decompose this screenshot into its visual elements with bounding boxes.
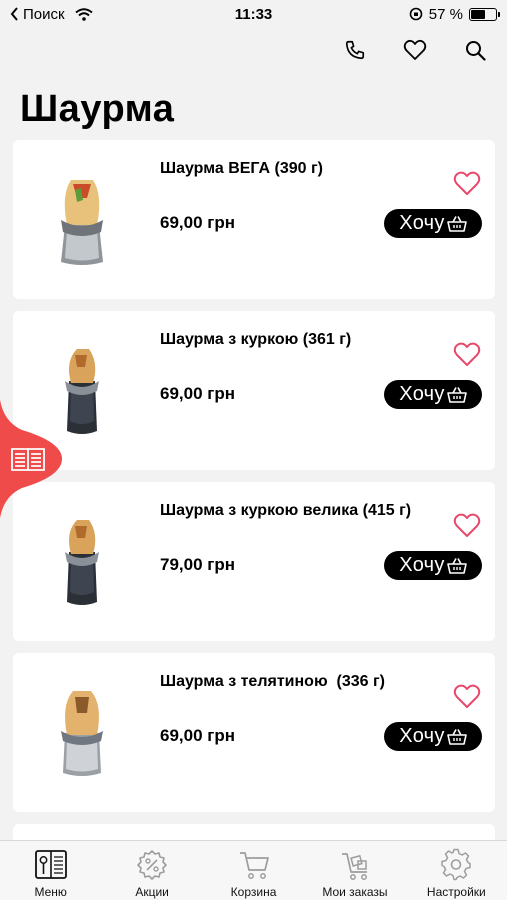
shawarma-vega-image (61, 180, 103, 265)
product-price: 79,00 грн (160, 555, 235, 574)
orders-cart-icon (341, 853, 367, 880)
product-name: Шаурма з телятиною (336 г) (160, 673, 385, 690)
search-icon (465, 40, 486, 61)
basket-icon (446, 557, 467, 574)
product-card[interactable]: Шаурма ВЕГА (390 г) 69,00 грн Хочу (13, 140, 495, 299)
tab-label: Корзина (230, 885, 277, 899)
basket-icon (446, 215, 467, 232)
tab-label: Меню (34, 885, 67, 899)
want-button[interactable]: Хочу (384, 722, 482, 751)
product-card[interactable]: Шаурма з куркою (361 г) 69,00 грн Хочу (13, 311, 495, 470)
favorite-heart-icon[interactable] (453, 170, 481, 196)
tab-label: Настройки (426, 885, 486, 899)
wifi-icon (74, 7, 93, 21)
favorite-heart-icon[interactable] (453, 341, 481, 367)
tab-promotions[interactable]: Акции (101, 841, 202, 900)
shawarma-veal-image (61, 691, 103, 776)
phone-icon (345, 40, 365, 60)
product-name: Шаурма ВЕГА (390 г) (160, 160, 323, 177)
shawarma-chicken-large-image (65, 520, 99, 605)
side-menu-tab[interactable] (0, 400, 64, 518)
tab-cart[interactable]: Корзина (203, 841, 304, 900)
basket-icon (446, 728, 467, 745)
header-actions (341, 36, 489, 64)
product-price: 69,00 грн (160, 213, 235, 232)
phone-button[interactable] (341, 36, 369, 64)
tab-label: Мои заказы (322, 885, 388, 899)
product-card-partial[interactable] (13, 824, 495, 840)
status-bar: Поиск 11:33 57 % (0, 0, 507, 28)
back-chevron-icon (10, 7, 18, 21)
want-button-label: Хочу (399, 383, 445, 405)
favorite-heart-icon[interactable] (453, 683, 481, 709)
percent-gear-icon (137, 850, 167, 880)
status-back-label: Поиск (23, 5, 65, 23)
page-title: Шаурма (20, 88, 175, 130)
tab-orders[interactable]: Мои заказы (304, 841, 405, 900)
favorite-heart-icon[interactable] (453, 512, 481, 538)
cart-icon (239, 852, 269, 879)
product-card[interactable]: Шаурма з телятиною (336 г) 69,00 грн Хоч… (13, 653, 495, 812)
heart-icon (403, 39, 427, 60)
want-button-label: Хочу (399, 554, 445, 576)
favorites-button[interactable] (401, 36, 429, 64)
tab-menu[interactable]: Меню (0, 841, 101, 900)
want-button-label: Хочу (399, 212, 445, 234)
orientation-lock-icon (409, 7, 423, 21)
bottom-tab-bar: Меню Акции Корзина Мои заказы Настройки (0, 840, 507, 900)
product-name: Шаурма з куркою велика (415 г) (160, 502, 412, 519)
product-card[interactable]: Шаурма з куркою велика (415 г) 79,00 грн… (13, 482, 495, 641)
product-price: 69,00 грн (160, 384, 235, 403)
tab-label: Акции (135, 885, 169, 899)
want-button-label: Хочу (399, 725, 445, 747)
want-button[interactable]: Хочу (384, 380, 482, 409)
want-button[interactable]: Хочу (384, 209, 482, 238)
battery-percent: 57 % (428, 5, 463, 23)
basket-icon (446, 386, 467, 403)
product-name: Шаурма з куркою (361 г) (160, 331, 352, 348)
settings-icon (441, 848, 472, 881)
product-price: 69,00 грн (160, 726, 235, 745)
tab-settings[interactable]: Настройки (406, 841, 507, 900)
status-back[interactable]: Поиск (10, 6, 93, 23)
menu-icon (34, 850, 67, 879)
want-button[interactable]: Хочу (384, 551, 482, 580)
search-button[interactable] (461, 36, 489, 64)
battery-icon (469, 7, 500, 21)
